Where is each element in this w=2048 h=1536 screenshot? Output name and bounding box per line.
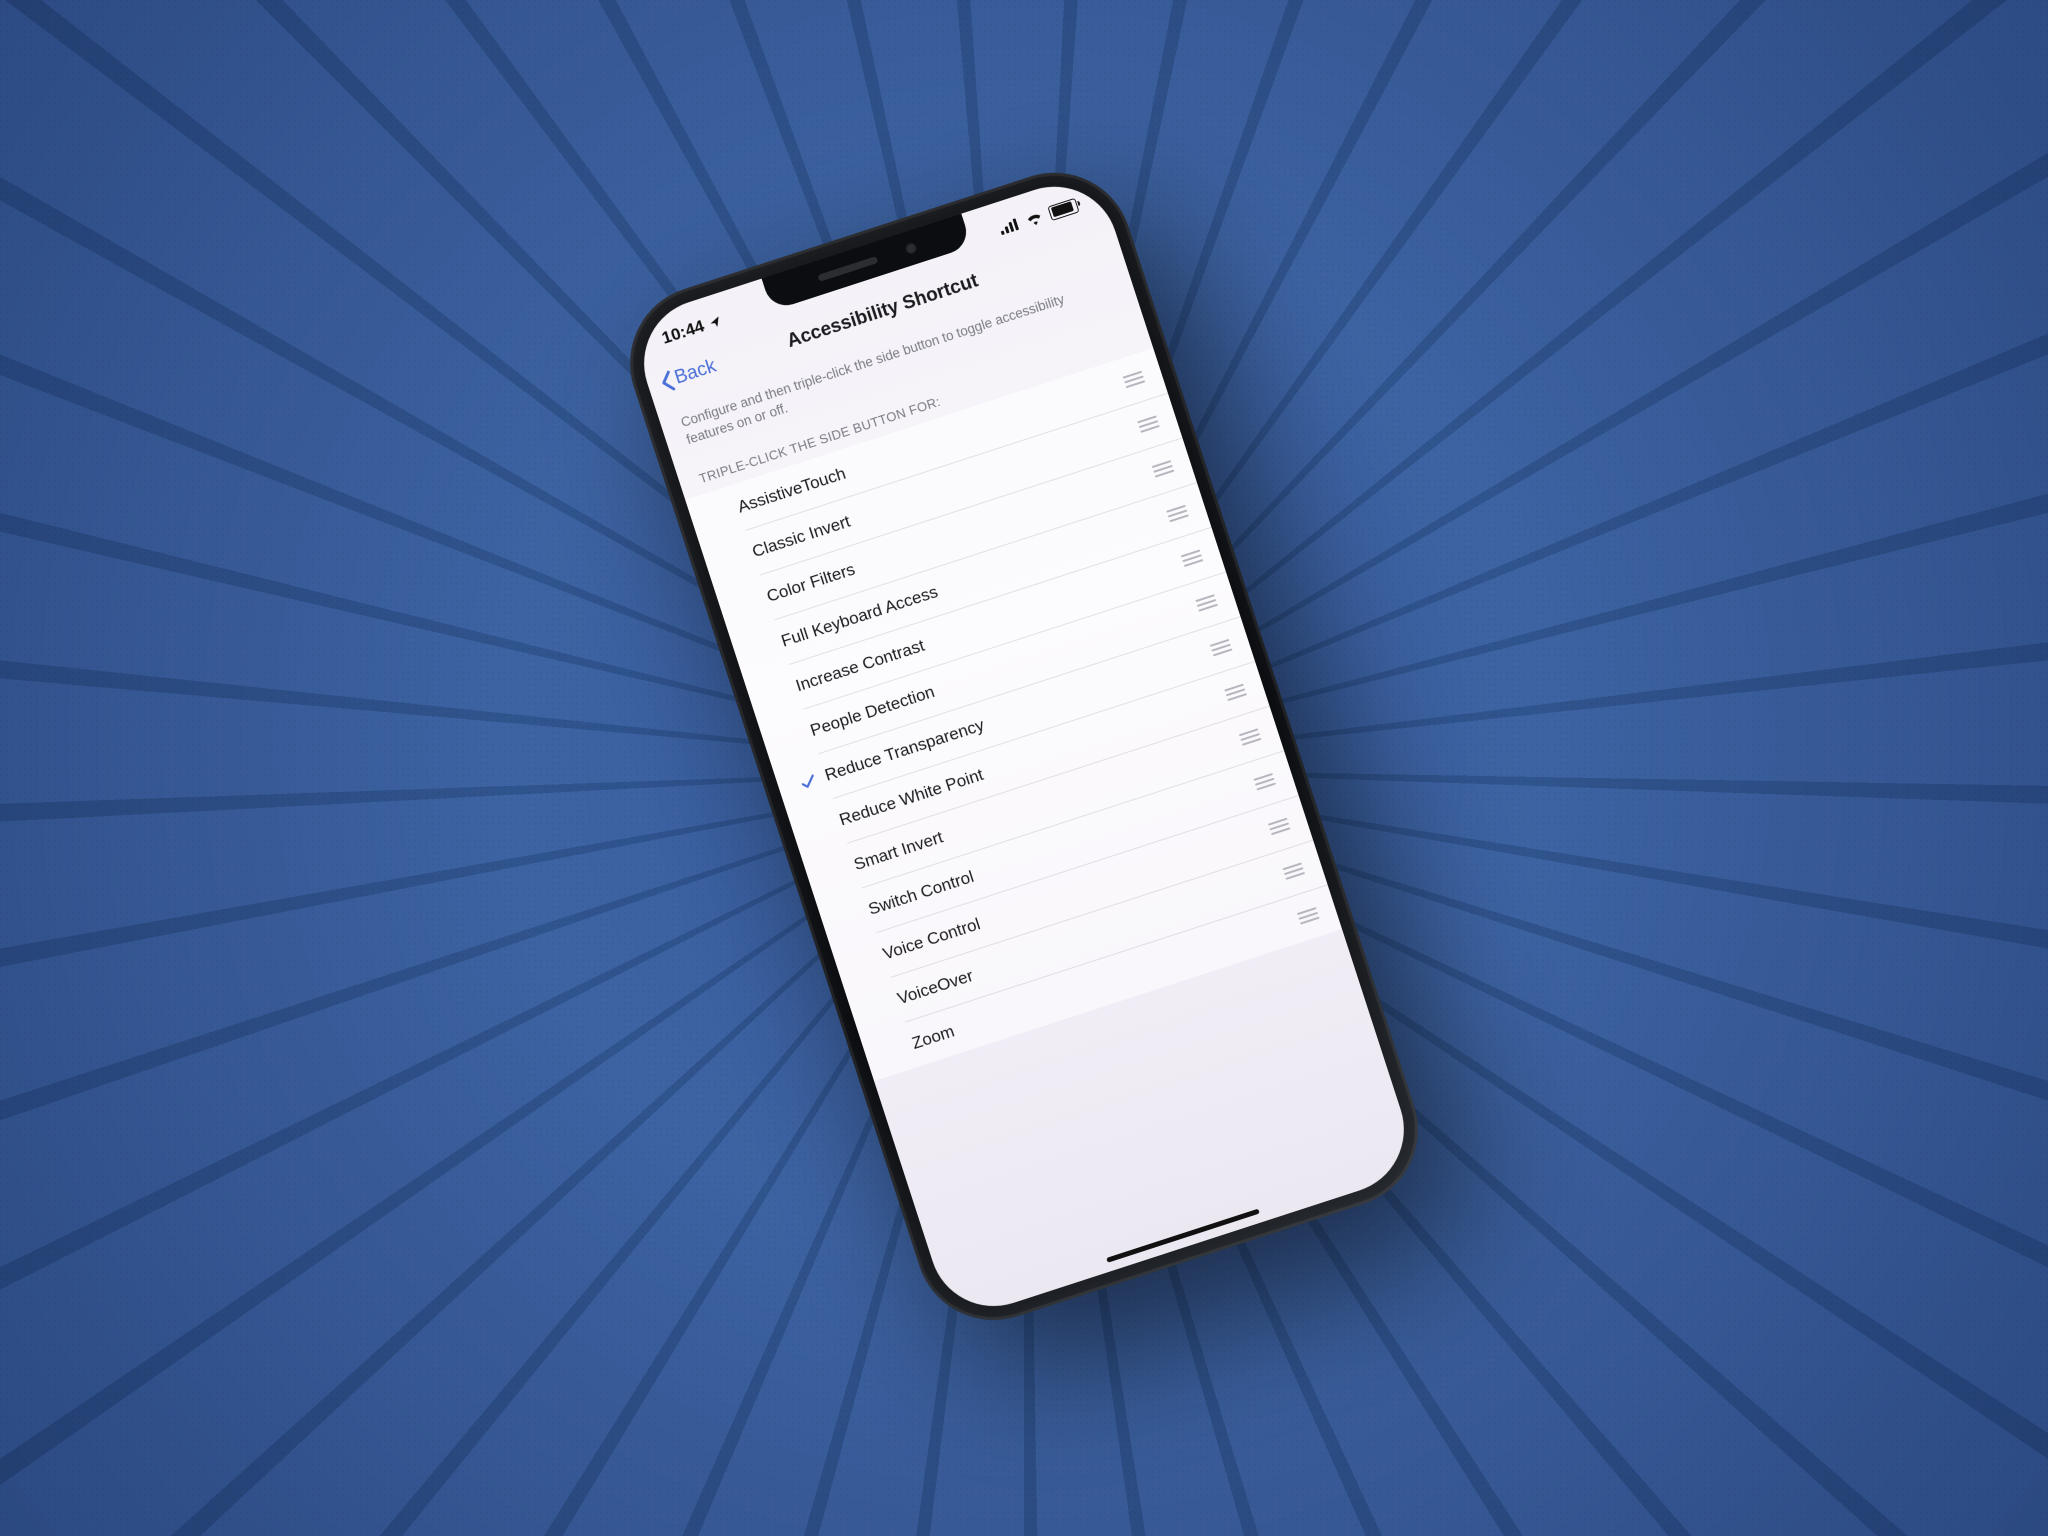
reorder-handle-icon[interactable]	[1179, 549, 1206, 568]
reorder-handle-icon[interactable]	[1193, 593, 1220, 612]
checkmark-icon	[710, 510, 733, 517]
checkmark-icon	[724, 554, 747, 561]
status-time: 10:44	[659, 316, 707, 348]
checkmark-icon	[782, 733, 805, 740]
checkmark-icon	[811, 823, 834, 830]
reorder-handle-icon[interactable]	[1121, 370, 1148, 389]
checkmark-icon	[841, 912, 864, 919]
location-icon	[708, 314, 724, 330]
battery-icon	[1047, 197, 1079, 220]
checkmark-icon	[870, 1001, 893, 1008]
reorder-handle-icon[interactable]	[1164, 504, 1191, 523]
checkmark-icon	[884, 1046, 907, 1053]
reorder-handle-icon[interactable]	[1135, 415, 1162, 434]
checkmark-icon	[768, 689, 791, 696]
cellular-icon	[998, 218, 1021, 236]
checkmark-icon	[826, 867, 849, 874]
checkmark-icon	[753, 644, 776, 651]
reorder-handle-icon[interactable]	[1266, 817, 1293, 836]
checkmark-icon	[855, 957, 878, 964]
reorder-handle-icon[interactable]	[1237, 728, 1264, 747]
reorder-handle-icon[interactable]	[1295, 906, 1322, 925]
back-label: Back	[672, 356, 719, 390]
reorder-handle-icon[interactable]	[1150, 459, 1177, 478]
reorder-handle-icon[interactable]	[1280, 862, 1307, 881]
reorder-handle-icon[interactable]	[1251, 772, 1278, 791]
reorder-handle-icon[interactable]	[1208, 638, 1235, 657]
checkmark-icon	[739, 599, 762, 606]
reorder-handle-icon[interactable]	[1222, 683, 1249, 702]
wifi-icon	[1024, 209, 1045, 227]
